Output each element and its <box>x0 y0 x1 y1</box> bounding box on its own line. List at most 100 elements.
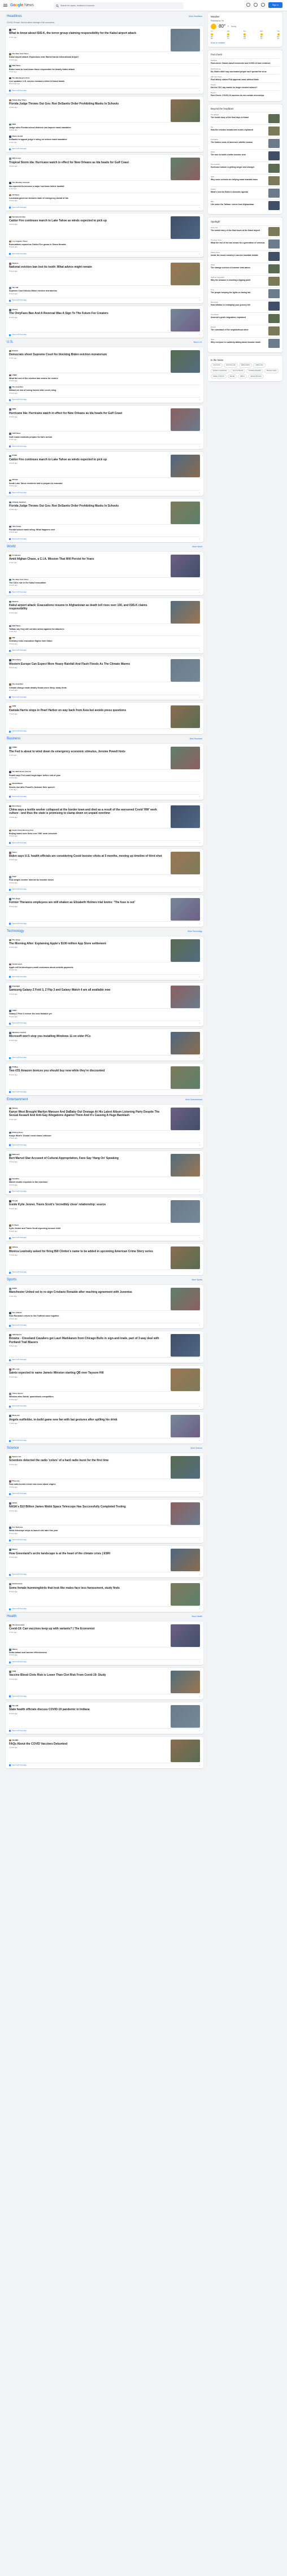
source-name[interactable]: WWL <box>12 408 17 411</box>
source-name[interactable]: Los Angeles Times <box>12 240 28 243</box>
sign-in-button[interactable]: Sign in <box>268 2 282 8</box>
section-title-3[interactable]: Business <box>7 737 20 742</box>
story-main[interactable]: Axios Biden says U.S. health officials ar… <box>9 851 200 874</box>
item-headline[interactable]: Why everyone is suddenly talking about b… <box>211 341 267 343</box>
item-headline[interactable]: The untold story of the final hours at t… <box>211 229 267 232</box>
related-story[interactable]: Yahoo Sports Winston wins Saints' quarter… <box>9 1391 200 1403</box>
full-coverage-button[interactable]: View Full Coverage ⌄ <box>9 1438 200 1442</box>
related-headline[interactable]: Stocks rise after Powell's Jackson Hole … <box>9 786 200 788</box>
story-headline[interactable]: Western Europe Can Expect More Heavy Rai… <box>9 662 166 666</box>
story-headline[interactable]: Florida Judge Throws Out Gov. Ron DeSant… <box>9 102 166 106</box>
item-headline[interactable]: America's great resignation, explained <box>211 316 267 319</box>
weather-location[interactable]: Philadelphia, PA <box>211 20 280 22</box>
chevron-down-icon[interactable]: ⌄ <box>198 1573 200 1576</box>
story-image[interactable] <box>171 262 200 285</box>
story-main[interactable]: CNBC The Fed is about to wind down its em… <box>9 746 200 770</box>
chevron-down-icon[interactable]: ⌄ <box>198 1607 200 1610</box>
story-headline[interactable]: Covid-19: Can vaccines keep up with vari… <box>9 1627 166 1631</box>
item-headline[interactable]: Inside the music industry's vaccine mand… <box>211 254 267 256</box>
story-image[interactable] <box>171 939 200 962</box>
item-headline[interactable]: Fact-check: Claims about ivermectin and … <box>211 62 280 64</box>
related-story[interactable]: NPR Judge rules Florida school districts … <box>9 121 200 134</box>
full-coverage-button[interactable]: View Full Coverage ⌄ <box>9 1189 200 1193</box>
more-link-0[interactable]: More Headlines <box>189 15 202 18</box>
chevron-down-icon[interactable]: ⌄ <box>198 1729 200 1732</box>
source-name[interactable]: NOLA.com <box>12 157 21 160</box>
related-story[interactable]: The New York Times Kabul airport attack: … <box>9 51 200 63</box>
story-image[interactable] <box>171 1455 200 1479</box>
full-coverage-button[interactable]: View Full Coverage ⌄ <box>9 729 200 733</box>
related-headline[interactable]: The CIA's role in the Kabul evacuation <box>9 582 200 584</box>
story-image[interactable] <box>171 408 200 431</box>
story-image[interactable] <box>171 99 200 122</box>
source-name[interactable]: NASA <box>12 1502 18 1505</box>
section-title-6[interactable]: Sports <box>7 1278 16 1283</box>
beyond-headlines-item[interactable]: The Atlantic The inside story of the fina… <box>211 112 280 124</box>
item-image[interactable] <box>268 264 280 274</box>
fact-check-item[interactable]: PolitiFact Fact-check: Claims about iverm… <box>211 58 280 66</box>
source-name[interactable]: SFGate <box>12 479 19 481</box>
related-headline[interactable]: Judge rules Florida school districts can… <box>9 127 200 129</box>
chevron-down-icon[interactable]: ⌄ <box>198 795 200 798</box>
related-headline[interactable]: Live updates: U.S. service members kille… <box>9 80 200 82</box>
related-headline[interactable]: FDA weighs shorter interval for booster … <box>9 879 200 881</box>
full-coverage-button[interactable]: View Full Coverage ⌄ <box>9 1659 200 1663</box>
source-name[interactable]: KCRA <box>12 455 18 457</box>
beyond-headlines-item[interactable]: NPR Why some schools are defying mask man… <box>211 174 280 186</box>
related-story[interactable]: Nature Delta variant and vaccine effectiv… <box>9 1646 200 1659</box>
item-headline[interactable]: Why some schools are defying mask mandat… <box>211 178 267 181</box>
story-headline[interactable]: State health officials discuss COVID-19 … <box>9 1708 166 1711</box>
chevron-down-icon[interactable]: ⌄ <box>198 1358 200 1361</box>
item-headline[interactable]: The strange science of summer heat waves <box>211 267 267 269</box>
story-main[interactable]: WebMD FAQs About the COVID Vaccines Debun… <box>9 1739 200 1762</box>
source-name[interactable]: Phys.org <box>12 1480 20 1483</box>
story-image[interactable] <box>171 1739 200 1762</box>
full-coverage-button[interactable]: View Full Coverage ⌄ <box>9 887 200 891</box>
related-story[interactable]: E! News Kylie Jenner and Travis Scott exp… <box>9 1223 200 1235</box>
search-bar[interactable]: Search for topics, locations & sources <box>54 2 184 9</box>
related-story[interactable]: The Guardian Climate change made deadly f… <box>9 682 200 694</box>
source-name[interactable]: Variety <box>12 308 18 311</box>
story-main[interactable]: CNN Kamala Harris stops in Pearl Harbor o… <box>9 705 200 729</box>
related-story[interactable]: The Wall Street Journal Powell says Fed c… <box>9 769 200 781</box>
source-name[interactable]: NPR <box>12 123 16 126</box>
chevron-down-icon[interactable]: ⌄ <box>198 89 200 92</box>
related-headline[interactable]: Evacuations expand as Caldor Fire grows … <box>9 243 200 246</box>
search-input[interactable]: Search for topics, locations & sources <box>60 5 94 7</box>
chevron-down-icon[interactable]: ⌄ <box>198 333 200 336</box>
story-main[interactable]: Bloomberg Western Europe Can Expect More … <box>9 659 200 682</box>
beyond-headlines-item[interactable]: The Guardian Hurricane season is getting … <box>211 162 280 174</box>
story-main[interactable]: Orlando Sentinel Florida Judge Throws Out… <box>9 501 200 524</box>
full-coverage-button[interactable]: View Full Coverage ⌄ <box>9 1694 200 1698</box>
related-story[interactable]: DW Germany ends evacuation flights from K… <box>9 635 200 647</box>
item-image[interactable] <box>268 326 280 336</box>
full-coverage-button[interactable]: View Full Coverage ⌄ <box>9 974 200 978</box>
related-headline[interactable]: South Lake Tahoe residents told to prepa… <box>9 482 200 485</box>
full-coverage-button[interactable]: View Full Coverage ⌄ <box>9 1728 200 1732</box>
item-headline[interactable]: The hidden costs of America's wildfire s… <box>211 141 267 143</box>
item-headline[interactable]: Hurricane season is getting longer and s… <box>211 166 267 168</box>
story-headline[interactable]: FAQs About the COVID Vaccines Debunked <box>9 1742 166 1746</box>
chevron-down-icon[interactable]: ⌄ <box>198 206 200 209</box>
topic-chip[interactable]: Eviction moratorium <box>211 368 229 373</box>
item-image[interactable] <box>268 176 280 185</box>
item-image[interactable] <box>268 200 280 210</box>
related-story[interactable]: The Athletic How Ronaldo's return to Old … <box>9 1310 200 1322</box>
full-coverage-button[interactable]: View Full Coverage ⌄ <box>9 1323 200 1327</box>
related-headline[interactable]: Florida school mask ruling: What happens… <box>9 529 200 531</box>
full-coverage-button[interactable]: View Full Coverage ⌄ <box>9 840 200 844</box>
story-main[interactable]: Reuters National eviction ban lost its to… <box>9 262 200 285</box>
story-headline[interactable]: Manchester United set to re-sign Cristia… <box>9 1291 166 1294</box>
spotlight-item[interactable]: Bloomberg How inflation is reshaping your… <box>211 299 280 312</box>
related-story[interactable]: CNBC What the end of the eviction ban mea… <box>9 372 200 385</box>
chevron-down-icon[interactable]: ⌄ <box>198 649 200 652</box>
more-link-7[interactable]: More Science <box>190 1447 202 1449</box>
source-name[interactable]: CNET <box>12 1009 17 1012</box>
story-image[interactable] <box>171 1153 200 1176</box>
item-headline[interactable]: How the eviction moratorium ended, expla… <box>211 129 267 131</box>
item-headline[interactable]: No, Biden didn't say vaccinated people c… <box>211 71 280 73</box>
chevron-down-icon[interactable]: ⌄ <box>198 1405 200 1407</box>
related-story[interactable]: The New York Times The CIA's role in the … <box>9 577 200 589</box>
related-story[interactable]: The Weather Channel Ida expected to becom… <box>9 180 200 192</box>
story-headline[interactable]: The OnlyFans Ban And A Reversal Was A Si… <box>9 312 166 315</box>
